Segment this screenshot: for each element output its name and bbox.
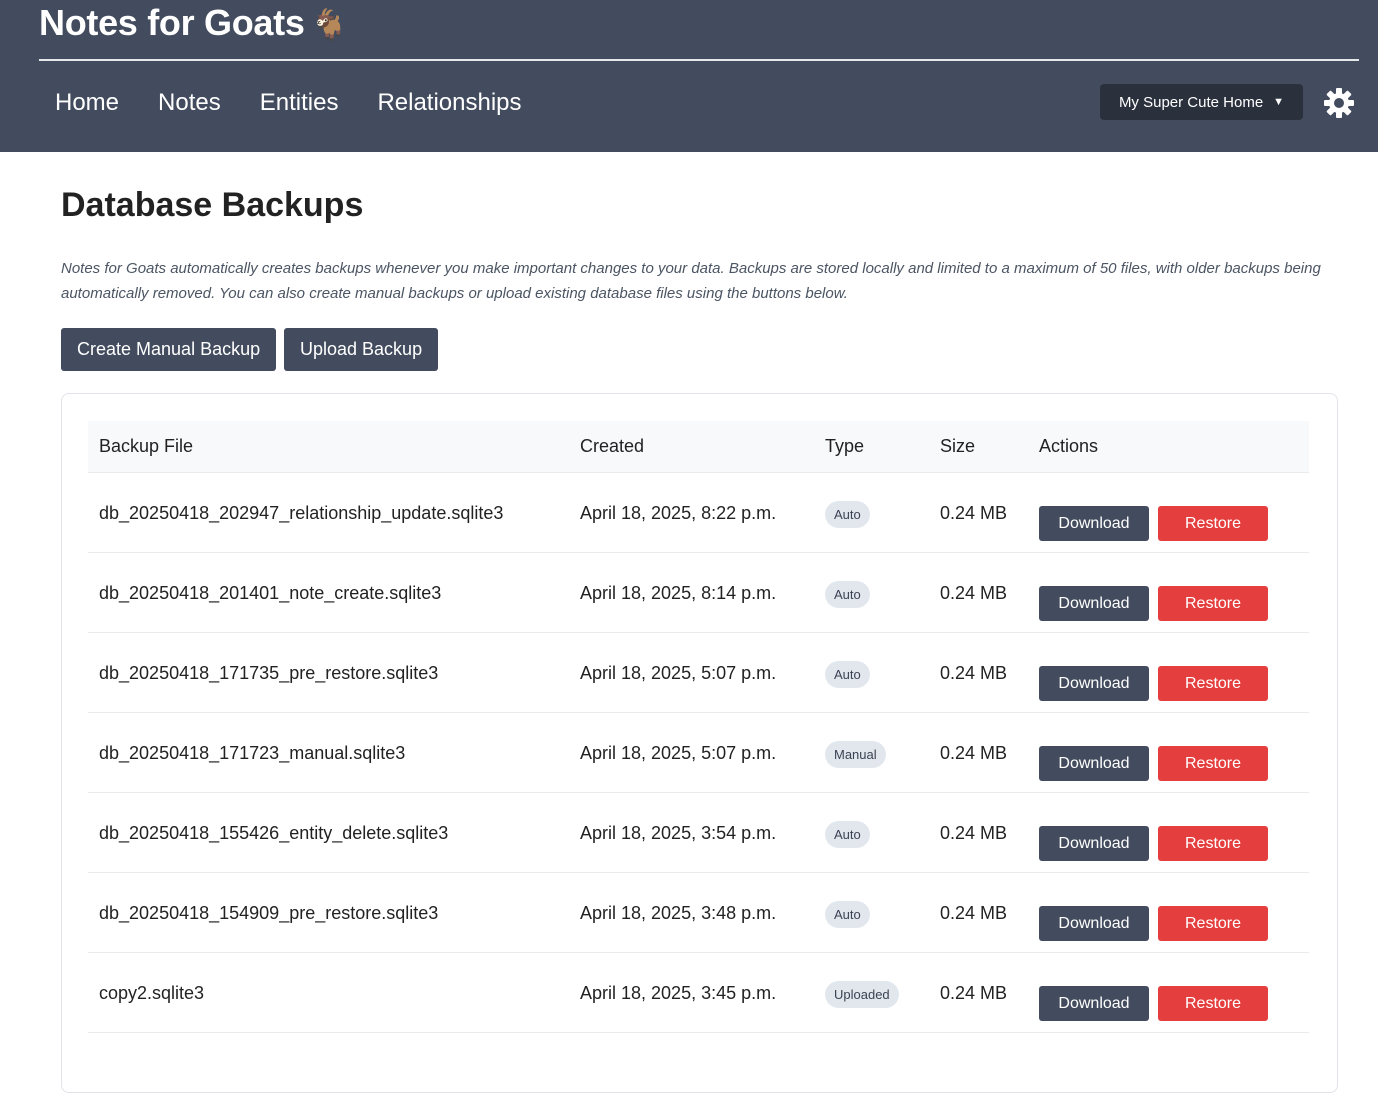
- create-manual-backup-button[interactable]: Create Manual Backup: [61, 328, 277, 371]
- backup-created: April 18, 2025, 3:48 p.m.: [580, 902, 777, 923]
- household-selector[interactable]: My Super Cute Home ▼: [1100, 84, 1303, 120]
- goat-icon: 🐐: [310, 9, 348, 42]
- backup-size: 0.24 MB: [940, 502, 1008, 523]
- backup-created: April 18, 2025, 3:54 p.m.: [580, 822, 777, 843]
- upload-backup-button[interactable]: Upload Backup: [284, 328, 439, 371]
- backup-created: April 18, 2025, 3:45 p.m.: [580, 982, 777, 1003]
- backup-size: 0.24 MB: [940, 822, 1008, 843]
- backup-type-badge: Uploaded: [825, 980, 899, 1008]
- backup-type-badge: Manual: [825, 740, 886, 768]
- backup-size: 0.24 MB: [940, 582, 1008, 603]
- backup-created: April 18, 2025, 8:14 p.m.: [580, 582, 777, 603]
- restore-button[interactable]: Restore: [1158, 985, 1268, 1021]
- backup-created: April 18, 2025, 5:07 p.m.: [580, 742, 777, 763]
- chevron-down-icon: ▼: [1273, 96, 1285, 108]
- restore-button[interactable]: Restore: [1158, 505, 1268, 541]
- download-button[interactable]: Download: [1039, 905, 1149, 941]
- table-row: db_20250418_154909_pre_restore.sqlite3 A…: [88, 872, 1309, 952]
- main-nav: Home Notes Entities Relationships: [55, 87, 561, 119]
- download-button[interactable]: Download: [1039, 985, 1149, 1021]
- restore-button[interactable]: Restore: [1158, 745, 1268, 781]
- restore-button[interactable]: Restore: [1158, 585, 1268, 621]
- page-description: Notes for Goats automatically creates ba…: [61, 260, 1321, 302]
- page-title: Database Backups: [61, 186, 364, 224]
- restore-button[interactable]: Restore: [1158, 825, 1268, 861]
- table-row: db_20250418_171723_manual.sqlite3 April …: [88, 712, 1309, 792]
- backup-size: 0.24 MB: [940, 982, 1008, 1003]
- gear-icon[interactable]: [1323, 87, 1355, 119]
- header-divider: [39, 59, 1359, 61]
- backups-card: Backup File Created Type Size Actions db…: [61, 393, 1338, 1093]
- top-navbar: Notes for Goats 🐐 Home Notes Entities Rel…: [0, 0, 1378, 152]
- backup-file-name: copy2.sqlite3: [99, 982, 205, 1003]
- column-header-type: Type: [814, 421, 929, 473]
- download-button[interactable]: Download: [1039, 505, 1149, 541]
- download-button[interactable]: Download: [1039, 585, 1149, 621]
- backup-size: 0.24 MB: [940, 742, 1008, 763]
- backup-created: April 18, 2025, 5:07 p.m.: [580, 662, 777, 683]
- backup-file-name: db_20250418_202947_relationship_update.s…: [99, 502, 504, 523]
- backup-file-name: db_20250418_154909_pre_restore.sqlite3: [99, 902, 439, 923]
- table-row: db_20250418_155426_entity_delete.sqlite3…: [88, 792, 1309, 872]
- column-header-actions: Actions: [1028, 421, 1309, 473]
- backup-type-badge: Auto: [825, 900, 870, 928]
- table-row: db_20250418_171735_pre_restore.sqlite3 A…: [88, 632, 1309, 712]
- backup-type-badge: Auto: [825, 820, 870, 848]
- download-button[interactable]: Download: [1039, 745, 1149, 781]
- app-logo[interactable]: Notes for Goats 🐐: [39, 2, 348, 44]
- nav-item-relationships[interactable]: Relationships: [377, 87, 521, 119]
- backup-file-name: db_20250418_155426_entity_delete.sqlite3: [99, 822, 449, 843]
- nav-item-home[interactable]: Home: [55, 87, 119, 119]
- download-button[interactable]: Download: [1039, 825, 1149, 861]
- nav-item-notes[interactable]: Notes: [158, 87, 221, 119]
- backup-created: April 18, 2025, 8:22 p.m.: [580, 502, 777, 523]
- nav-item-entities[interactable]: Entities: [260, 87, 339, 119]
- backup-size: 0.24 MB: [940, 662, 1008, 683]
- column-header-size: Size: [929, 421, 1028, 473]
- column-header-created: Created: [569, 421, 814, 473]
- backup-type-badge: Auto: [825, 660, 870, 688]
- restore-button[interactable]: Restore: [1158, 905, 1268, 941]
- backup-file-name: db_20250418_171723_manual.sqlite3: [99, 742, 406, 763]
- backup-file-name: db_20250418_201401_note_create.sqlite3: [99, 582, 442, 603]
- household-selector-label: My Super Cute Home: [1118, 93, 1264, 111]
- app-title: Notes for Goats: [39, 2, 305, 43]
- table-row: copy2.sqlite3 April 18, 2025, 3:45 p.m. …: [88, 952, 1309, 1032]
- table-row: db_20250418_202947_relationship_update.s…: [88, 472, 1309, 552]
- restore-button[interactable]: Restore: [1158, 665, 1268, 701]
- table-header-row: Backup File Created Type Size Actions: [88, 421, 1309, 473]
- backup-size: 0.24 MB: [940, 902, 1008, 923]
- backup-type-badge: Auto: [825, 580, 870, 608]
- table-row: db_20250418_201401_note_create.sqlite3 A…: [88, 552, 1309, 632]
- column-header-backup-file: Backup File: [88, 421, 569, 473]
- backups-table: Backup File Created Type Size Actions db…: [88, 421, 1309, 1033]
- backup-file-name: db_20250418_171735_pre_restore.sqlite3: [99, 662, 439, 683]
- backup-type-badge: Auto: [825, 500, 870, 528]
- download-button[interactable]: Download: [1039, 665, 1149, 701]
